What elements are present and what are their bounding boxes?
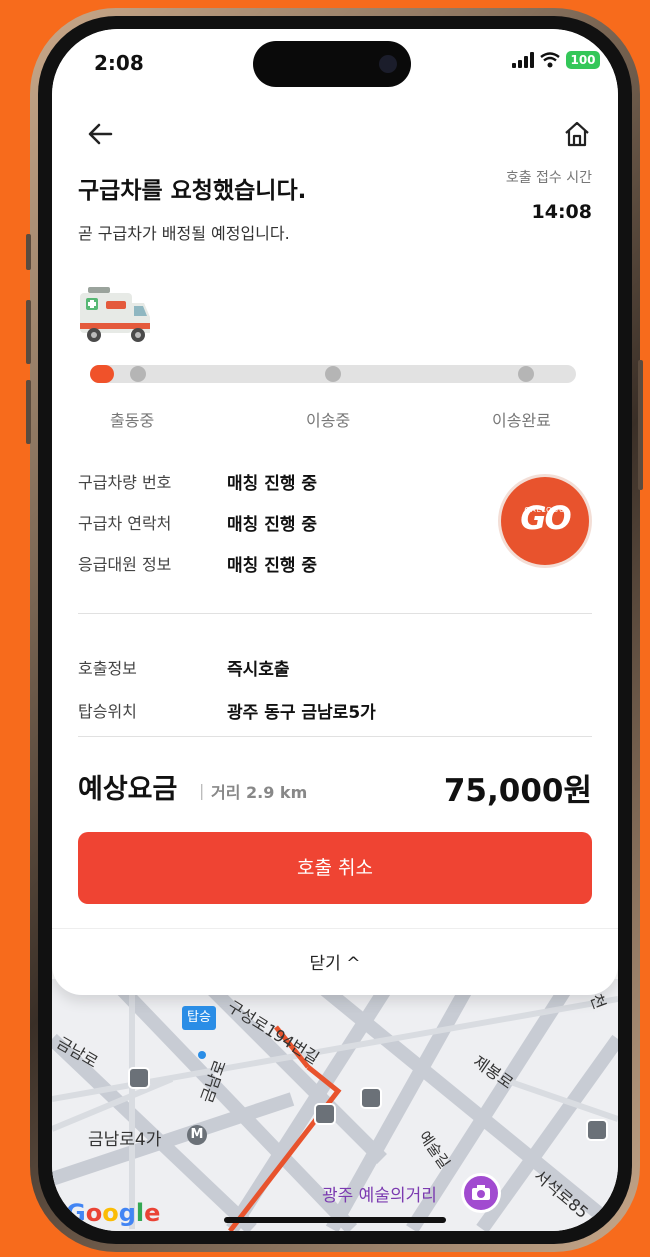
stage-label: 이송중 [306, 411, 351, 430]
sheet-divider [52, 928, 618, 929]
vehicle-contact-value: 매칭 진행 중 [227, 515, 318, 535]
progress-dot [518, 366, 534, 382]
progress-dot [130, 366, 146, 382]
stage-label: 이송완료 [492, 411, 551, 430]
logo-text: GO [520, 499, 571, 537]
responder-info-value: 매칭 진행 중 [227, 556, 318, 576]
signal-icon [512, 52, 534, 68]
cancel-call-button[interactable]: 호출 취소 [78, 832, 592, 904]
power-button [638, 360, 643, 490]
page-subtitle: 곧 구급차가 배정될 예정입니다. [78, 224, 290, 243]
vehicle-number-label: 구급차량 번호 [78, 473, 172, 492]
fare-label: 예상요금 [78, 774, 178, 805]
bus-stop-icon[interactable] [128, 1067, 150, 1089]
call-time-label: 호출 접수 시간 [505, 170, 592, 186]
google-logo: Google [66, 1199, 161, 1227]
bottom-sheet: 2:08 100 구급차를 요청했습니다. 곧 구급차가 배정될 예정입니다. … [52, 29, 618, 995]
volume-down-button [26, 380, 31, 444]
vehicle-number-value: 매칭 진행 중 [227, 474, 318, 494]
service-logo: GO GALLOGO [501, 477, 589, 565]
action-button [26, 234, 31, 270]
stage-label: 출동중 [110, 411, 155, 430]
call-time: 14:08 [531, 201, 592, 223]
screen: 탑승 구성로194번길 금남로 금남로 제봉로 금남로4가 예술길 서석로85 … [52, 29, 618, 1231]
volume-up-button [26, 300, 31, 364]
camera-icon[interactable] [461, 1173, 501, 1213]
status-icons: 100 [512, 51, 600, 69]
pickup-location-label: 탑승위치 [78, 702, 137, 721]
battery-icon: 100 [566, 51, 600, 69]
close-sheet-button[interactable]: 닫기 ^ [52, 939, 618, 989]
bus-stop-icon[interactable] [314, 1103, 336, 1125]
fare-amount: 75,000원 [443, 773, 592, 809]
call-info-label: 호출정보 [78, 659, 137, 678]
poi-label[interactable]: 광주 예술의거리 [322, 1181, 437, 1206]
pickup-dot [198, 1051, 206, 1059]
fare-separator: | [199, 781, 205, 800]
bus-stop-icon[interactable] [586, 1119, 608, 1141]
bus-stop-icon[interactable] [360, 1087, 382, 1109]
divider [78, 613, 592, 614]
map-label-area: 금남로4가 [88, 1130, 162, 1150]
progress-track [90, 365, 576, 383]
dynamic-island [253, 41, 411, 87]
logo-small-text: GALLOGO [524, 506, 566, 514]
status-time: 2:08 [94, 51, 144, 75]
back-arrow-icon[interactable] [86, 119, 116, 149]
page-title: 구급차를 요청했습니다. [78, 178, 307, 204]
wifi-icon [540, 52, 560, 68]
pickup-pin[interactable]: 탑승 [182, 1006, 216, 1030]
ambulance-icon [80, 287, 150, 342]
vehicle-contact-label: 구급차 연락처 [78, 514, 172, 533]
metro-icon[interactable]: M [187, 1125, 207, 1145]
divider [78, 736, 592, 737]
fare-distance: 거리 2.9 km [211, 783, 308, 802]
pickup-location-value: 광주 동구 금남로5가 [227, 703, 376, 723]
home-icon[interactable] [562, 119, 592, 149]
call-info-value: 즉시호출 [227, 660, 290, 680]
progress-dot [325, 366, 341, 382]
home-indicator[interactable] [224, 1217, 446, 1223]
responder-info-label: 응급대원 정보 [78, 555, 172, 574]
front-camera [379, 55, 397, 73]
progress-fill [90, 365, 115, 383]
